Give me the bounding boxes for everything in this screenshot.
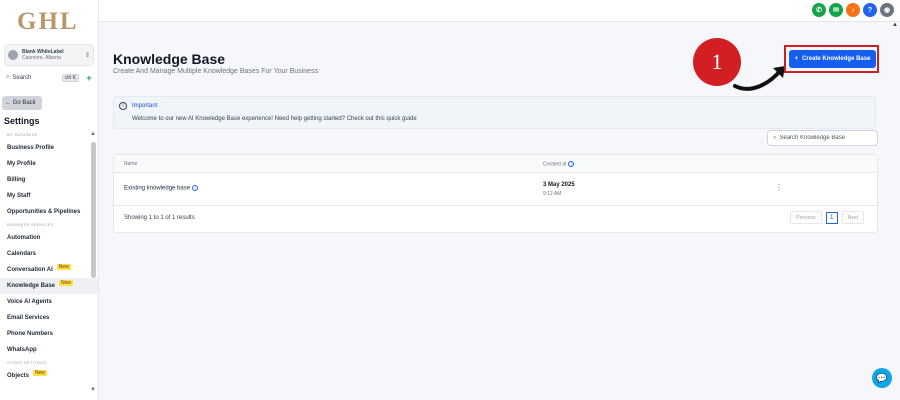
annotation-arrow-icon — [733, 66, 785, 91]
section-label-other-settings: OTHER SETTINGS — [7, 360, 47, 365]
search-icon: ⌕ — [6, 74, 10, 80]
help-icon[interactable]: ? — [863, 3, 877, 17]
go-back-button[interactable]: ← Go Back — [2, 96, 42, 110]
sidebar-search[interactable]: ⌕ Search ctrl K — [4, 72, 81, 84]
top-bar-icons: ✆ ✉ ♪ ? ◉ — [812, 3, 894, 17]
sidebar-item-objects[interactable]: Objects New — [0, 368, 98, 384]
scroll-up-arrow-icon[interactable]: ▲ — [90, 131, 96, 137]
page-number-button[interactable]: 1 — [825, 211, 838, 224]
search-icon: ⌕ — [773, 134, 777, 141]
info-icon: i — [119, 102, 127, 110]
sidebar-search-label: Search — [12, 74, 32, 81]
top-bar: ✆ ✉ ♪ ? ◉ — [99, 0, 900, 22]
sidebar-item-voice-ai-agents[interactable]: Voice AI Agents — [0, 294, 98, 310]
sidebar-scrollbar[interactable] — [91, 142, 96, 278]
next-page-button[interactable]: Next — [841, 211, 864, 224]
page-subtitle: Create And Manage Multiple Knowledge Bas… — [113, 68, 319, 75]
bell-icon[interactable]: ♪ — [846, 3, 860, 17]
table-header: Name Created at? — [114, 155, 877, 173]
previous-page-button[interactable]: Previous — [790, 211, 822, 224]
kb-created-time: 9:12 AM — [543, 191, 562, 197]
help-circle-icon[interactable]: ? — [568, 161, 575, 167]
banner-title: Important — [132, 103, 158, 109]
location-avatar — [8, 50, 18, 60]
sidebar-item-email-services[interactable]: Email Services — [0, 310, 98, 326]
main-content: Knowledge Base Create And Manage Multipl… — [99, 22, 900, 400]
settings-title: Settings — [4, 116, 40, 126]
banner-text[interactable]: Welcome to our new AI Knowledge Base exp… — [132, 116, 417, 122]
kb-name-cell[interactable]: Existing knowledge base? — [124, 185, 199, 192]
sidebar-item-billing[interactable]: Billing — [0, 172, 98, 188]
sidebar: GHL Blank WhiteLabel Canmore, Alberta ⇕ … — [0, 0, 99, 400]
knowledge-base-search[interactable]: ⌕ — [767, 130, 878, 146]
sidebar-item-business-profile[interactable]: Business Profile — [0, 140, 98, 156]
knowledge-base-table: Name Created at? Existing knowledge base… — [113, 154, 878, 233]
scroll-down-arrow-icon[interactable]: ▼ — [90, 387, 96, 393]
create-button-label: Create Knowledge Base — [802, 56, 871, 62]
create-knowledge-base-button[interactable]: + Create Knowledge Base — [789, 50, 876, 68]
location-subtitle: Canmore, Alberta — [22, 55, 61, 61]
page-title: Knowledge Base — [113, 51, 226, 67]
chat-widget-icon[interactable]: 💬 — [872, 368, 892, 388]
sidebar-item-knowledge-base[interactable]: Knowledge Base New — [0, 278, 98, 294]
phone-icon[interactable]: ✆ — [812, 3, 826, 17]
help-circle-icon[interactable]: ? — [192, 185, 199, 191]
chevron-updown-icon: ⇕ — [84, 52, 90, 59]
sidebar-item-my-staff[interactable]: My Staff — [0, 188, 98, 204]
results-count: Showing 1 to 1 of 1 results — [124, 215, 195, 221]
table-footer: Showing 1 to 1 of 1 results Previous 1 N… — [114, 207, 877, 233]
sidebar-item-calendars[interactable]: Calendars — [0, 246, 98, 262]
more-options-icon[interactable]: ⋮ — [775, 183, 783, 192]
new-badge: New — [33, 370, 48, 376]
new-badge: New — [56, 264, 71, 270]
kb-created-date: 3 May 2025 — [543, 182, 575, 188]
quick-add-icon[interactable]: + — [84, 73, 94, 83]
sidebar-item-phone-numbers[interactable]: Phone Numbers — [0, 326, 98, 342]
sidebar-item-my-profile[interactable]: My Profile — [0, 156, 98, 172]
logo[interactable]: GHL — [0, 0, 98, 44]
section-label-my-business: MY BUSINESS — [7, 132, 38, 137]
shortcut-badge: ctrl K — [61, 73, 79, 82]
column-header-created-at: Created at? — [543, 161, 575, 168]
plus-icon: + — [794, 56, 799, 62]
pagination: Previous 1 Next — [790, 211, 864, 224]
section-label-business-services: BUSINESS SERVICES — [7, 222, 54, 227]
column-header-name: Name — [124, 161, 138, 167]
new-badge: New — [59, 280, 74, 286]
table-row[interactable]: Existing knowledge base? 3 May 2025 9:12… — [114, 173, 877, 206]
sidebar-item-automation[interactable]: Automation — [0, 230, 98, 246]
megaphone-icon[interactable]: ✉ — [829, 3, 843, 17]
search-input[interactable] — [779, 135, 870, 141]
important-banner: i Important Welcome to our new AI Knowle… — [113, 96, 876, 129]
sidebar-search-row: ⌕ Search ctrl K + — [4, 71, 94, 84]
avatar-icon[interactable]: ◉ — [880, 3, 894, 17]
sidebar-item-whatsapp[interactable]: WhatsApp — [0, 342, 98, 358]
location-switcher[interactable]: Blank WhiteLabel Canmore, Alberta ⇕ — [4, 44, 94, 66]
sidebar-item-conversation-ai[interactable]: Conversation AI New — [0, 262, 98, 278]
sidebar-item-opportunities[interactable]: Opportunities & Pipelines — [0, 204, 98, 220]
